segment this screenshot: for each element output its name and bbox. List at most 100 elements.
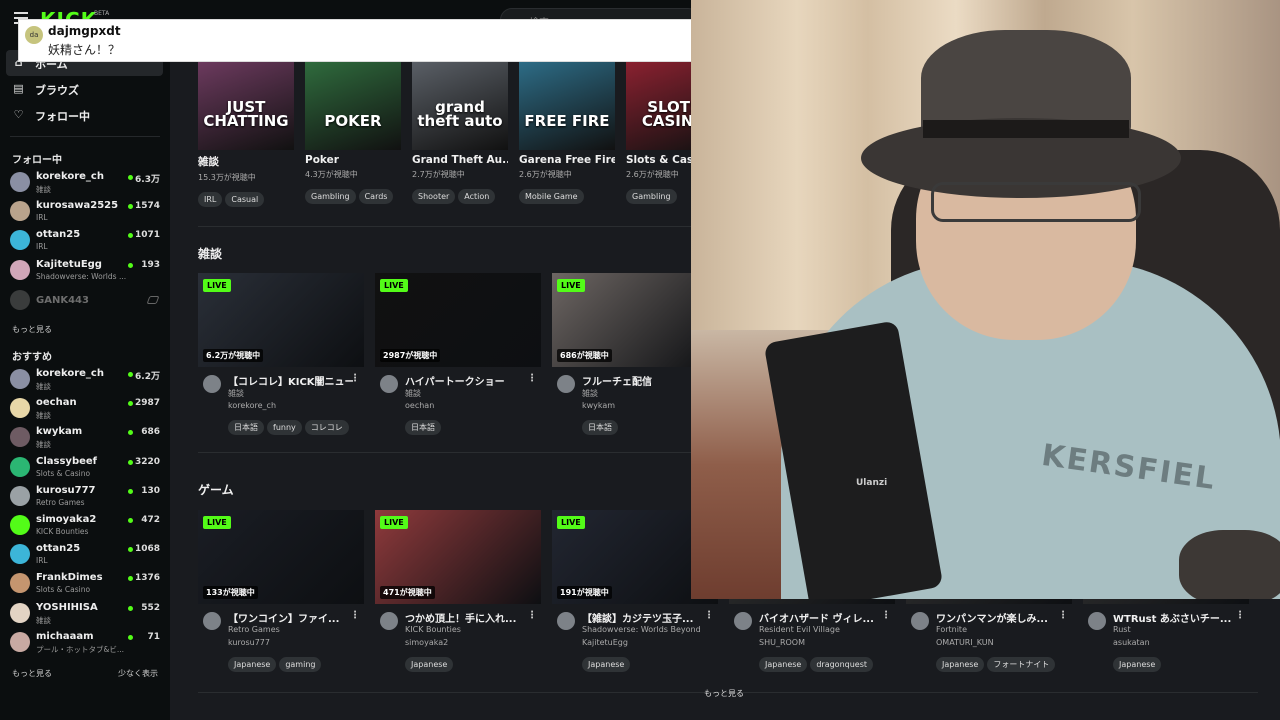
avatar[interactable] (380, 612, 398, 630)
category-card[interactable]: FREE FIRE Garena Free Fire 2.6万が視聴中 Mobile … (519, 62, 615, 204)
tag-chip[interactable]: Casual (225, 192, 265, 207)
avatar[interactable] (557, 612, 575, 630)
more-options-icon[interactable]: ⋮ (881, 610, 891, 621)
more-options-icon[interactable]: ⋮ (527, 373, 537, 384)
tag-chip[interactable]: フォートナイト (987, 657, 1056, 672)
stream-title[interactable]: 【ワンコイン】ファイ... (228, 610, 353, 625)
stream-username[interactable]: OMATURI_KUN (936, 638, 994, 647)
stream-category[interactable]: Shadowverse: Worlds Beyond (582, 625, 701, 634)
tag-chip[interactable]: Mobile Game (519, 189, 584, 204)
stream-category[interactable]: KICK Bounties (405, 625, 461, 634)
category-card[interactable]: grand theft auto Grand Theft Au... 2.7万が視聴… (412, 62, 508, 204)
sidebar-channel-offline[interactable]: GANK443 (10, 286, 160, 315)
category-image[interactable]: grand theft auto (412, 62, 508, 150)
sidebar-channel[interactable]: korekore_ch 雑談 6.2万 (10, 365, 160, 394)
stream-username[interactable]: kurosu777 (228, 638, 270, 647)
category-name[interactable]: 雑談 (198, 154, 294, 169)
stream-category[interactable]: 雑談 (228, 388, 244, 399)
avatar[interactable] (380, 375, 398, 393)
more-options-icon[interactable]: ⋮ (1058, 610, 1068, 621)
tag-chip[interactable]: Japanese (228, 657, 277, 672)
stream-thumbnail[interactable]: LIVE 6.2万が視聴中 (198, 273, 364, 367)
category-image[interactable]: JUST CHATTING (198, 62, 294, 150)
stream-card[interactable]: LIVE 2987が視聴中ハイパートークショー 雑談 oechan ⋮ 日本語 (375, 273, 541, 435)
stream-category[interactable]: Resident Evil Village (759, 625, 840, 634)
tag-chip[interactable]: Shooter (412, 189, 456, 204)
sidebar-channel[interactable]: simoyaka2 KICK Bounties 472 (10, 511, 160, 540)
stream-username[interactable]: korekore_ch (228, 401, 276, 410)
avatar[interactable] (203, 612, 221, 630)
stream-category[interactable]: 雑談 (582, 388, 598, 399)
sidebar-channel[interactable]: ottan25 IRL 1071 (10, 226, 160, 255)
nav-browse[interactable]: ▤ ブラウズ (6, 76, 163, 102)
avatar[interactable] (203, 375, 221, 393)
stream-card[interactable]: LIVE 471が視聴中つかめ頂上！手に入れ... KICK Bounties sim… (375, 510, 541, 672)
stream-thumbnail[interactable]: LIVE 2987が視聴中 (375, 273, 541, 367)
category-name[interactable]: Grand Theft Au... (412, 154, 508, 166)
stream-category[interactable]: 雑談 (405, 388, 421, 399)
stream-username[interactable]: oechan (405, 401, 434, 410)
sidebar-channel[interactable]: oechan 雑談 2987 (10, 394, 160, 423)
stream-title[interactable]: 【コレコレ】KICK闇ニュー... (228, 373, 353, 388)
stream-thumbnail[interactable]: LIVE 133が視聴中 (198, 510, 364, 604)
tag-chip[interactable]: 日本語 (405, 420, 441, 435)
tag-chip[interactable]: gaming (279, 657, 322, 672)
stream-username[interactable]: SHU_ROOM (759, 638, 805, 647)
following-more-link[interactable]: もっと見る (12, 324, 52, 335)
sidebar-channel[interactable]: KajitetuEgg Shadowverse: Worlds ... 193 (10, 256, 160, 285)
more-options-icon[interactable]: ⋮ (527, 610, 537, 621)
stream-thumbnail[interactable]: LIVE 471が視聴中 (375, 510, 541, 604)
sidebar-channel[interactable]: michaaam プール・ホットタブ&ビ... 71 (10, 628, 160, 657)
stream-username[interactable]: kwykam (582, 401, 615, 410)
avatar[interactable] (911, 612, 929, 630)
sidebar-channel[interactable]: kwykam 雑談 686 (10, 423, 160, 452)
tag-chip[interactable]: Japanese (936, 657, 985, 672)
sidebar-channel[interactable]: kurosawa2525 IRL 1574 (10, 197, 160, 226)
stream-username[interactable]: asukatan (1113, 638, 1150, 647)
tag-chip[interactable]: Gambling (626, 189, 677, 204)
recommended-less-link[interactable]: 少なく表示 (118, 668, 158, 679)
sidebar-channel[interactable]: Classybeef Slots & Casino 3220 (10, 453, 160, 482)
nav-following[interactable]: ♡ フォロー中 (6, 102, 163, 128)
tag-chip[interactable]: Gambling (305, 189, 356, 204)
stream-card[interactable]: LIVE 133が視聴中 【ワンコイン】ファイ... Retro Games kuros… (198, 510, 364, 672)
sidebar-channel[interactable]: ottan25 IRL 1068 (10, 540, 160, 569)
tag-chip[interactable]: dragonquest (810, 657, 874, 672)
sidebar-channel[interactable]: korekore_ch 雑談 6.3万 (10, 168, 160, 197)
tag-chip[interactable]: 日本語 (228, 420, 264, 435)
stream-username[interactable]: simoyaka2 (405, 638, 448, 647)
category-name[interactable]: Poker (305, 154, 401, 166)
tag-chip[interactable]: Japanese (1113, 657, 1162, 672)
category-image[interactable]: FREE FIRE (519, 62, 615, 150)
stream-title[interactable]: ワンパンマンが楽しみ... (936, 610, 1061, 625)
sidebar-channel[interactable]: YOSHIHISA 雑談 552 (10, 599, 160, 628)
tag-chip[interactable]: 日本語 (582, 420, 618, 435)
more-options-icon[interactable]: ⋮ (350, 610, 360, 621)
tag-chip[interactable]: コレコレ (304, 420, 349, 435)
tag-chip[interactable]: Japanese (405, 657, 454, 672)
tag-chip[interactable]: Japanese (759, 657, 808, 672)
category-card[interactable]: POKER Poker 4.3万が視聴中 Gambling Cards (305, 62, 401, 204)
sidebar-channel[interactable]: FrankDimes Slots & Casino 1376 (10, 569, 160, 598)
more-options-icon[interactable]: ⋮ (1235, 610, 1245, 621)
stream-card[interactable]: LIVE 6.2万が視聴中【コレコレ】KICK闇ニュー... 雑談 korekore_… (198, 273, 364, 435)
stream-title[interactable]: 【雑談】カジテツ玉子... (582, 610, 707, 625)
avatar[interactable] (1088, 612, 1106, 630)
stream-title[interactable]: WTRust あぶさいチー... (1113, 610, 1238, 625)
avatar[interactable] (734, 612, 752, 630)
category-name[interactable]: Garena Free Fire (519, 154, 615, 166)
stream-title[interactable]: ハイパートークショー (405, 373, 530, 388)
category-card[interactable]: JUST CHATTING 雑談 15.3万が視聴中 IRL Casual (198, 62, 294, 207)
stream-title[interactable]: バイオハザード ヴィレ... (759, 610, 884, 625)
sidebar-channel[interactable]: kurosu777 Retro Games 130 (10, 482, 160, 511)
more-options-icon[interactable]: ⋮ (704, 610, 714, 621)
tag-chip[interactable]: IRL (198, 192, 223, 207)
tag-chip[interactable]: Action (458, 189, 496, 204)
more-button[interactable]: もっと見る (704, 688, 744, 699)
tag-chip[interactable]: Cards (358, 189, 394, 204)
category-image[interactable]: POKER (305, 62, 401, 150)
stream-category[interactable]: Rust (1113, 625, 1131, 634)
more-options-icon[interactable]: ⋮ (350, 373, 360, 384)
stream-username[interactable]: KajitetuEgg (582, 638, 628, 647)
stream-title[interactable]: つかめ頂上！手に入れ... (405, 610, 530, 625)
